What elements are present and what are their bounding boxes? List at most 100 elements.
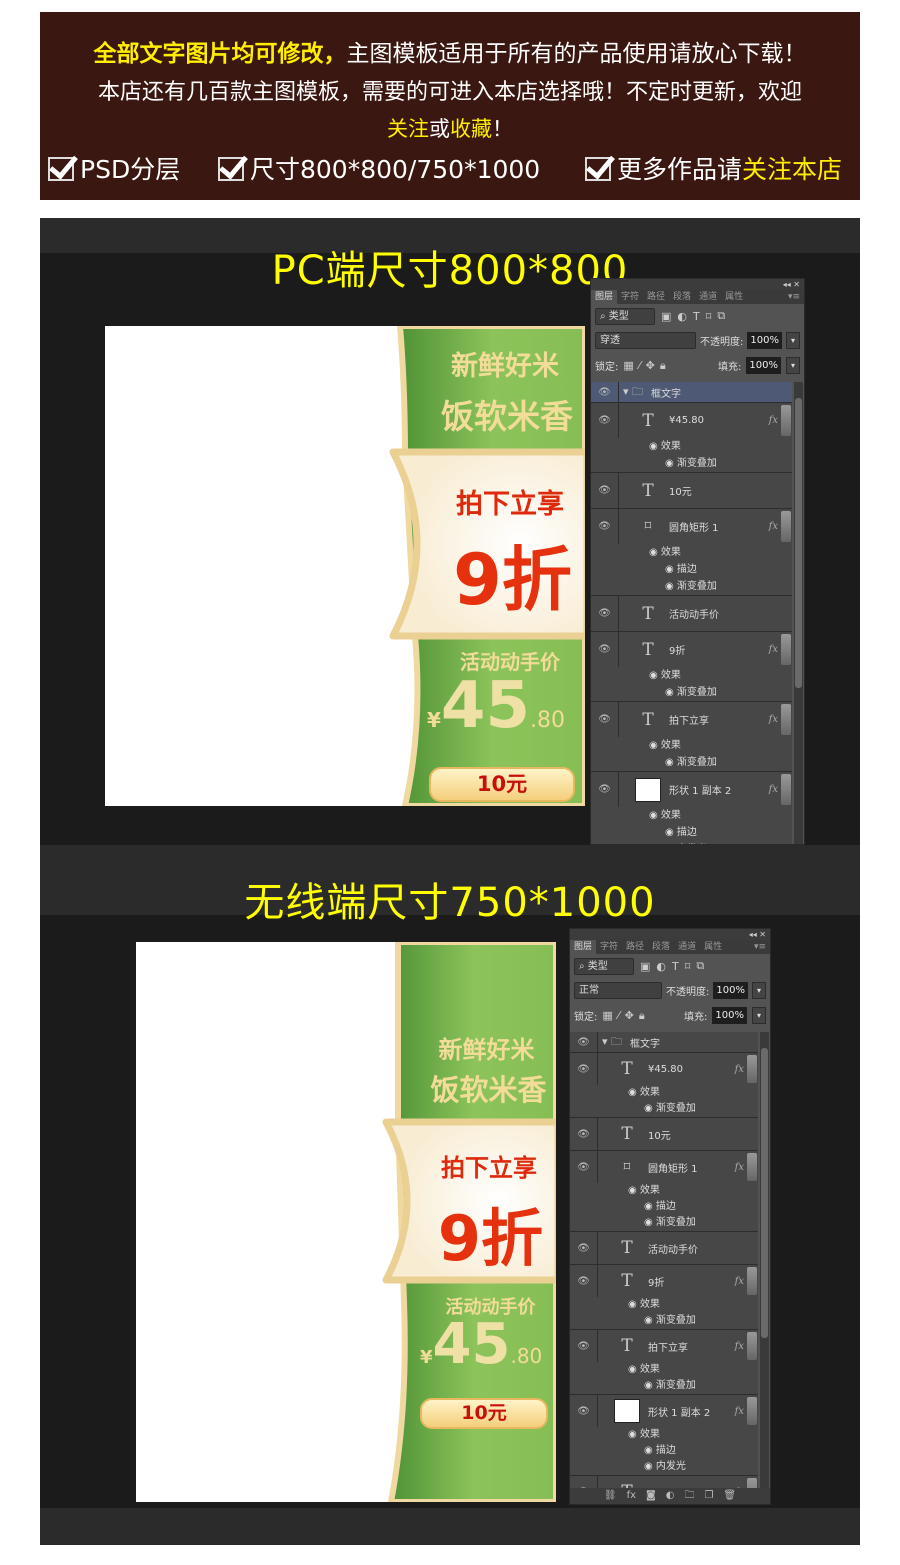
adjustment-filter-icon[interactable]: ◐ [677, 310, 687, 323]
layer-row[interactable]: 👁︎ T 10元 [570, 1118, 758, 1151]
effect-row[interactable]: ◉ 描边 [591, 561, 792, 578]
effect-eye-icon[interactable]: ◉ [644, 1380, 656, 1391]
layer-row[interactable]: 👁︎ T 活动动手价 [591, 596, 792, 632]
tab-3[interactable]: 段落 [669, 290, 695, 304]
visibility-eye-icon[interactable]: 👁︎ [591, 509, 619, 544]
visibility-eye-icon[interactable]: 👁︎ [570, 1476, 598, 1488]
effect-eye-icon[interactable]: ◉ [665, 687, 677, 698]
shape-filter-icon[interactable]: ⌑ [685, 960, 691, 973]
blend-mode-select[interactable]: 穿透 [595, 332, 697, 349]
layer-main[interactable]: 👁︎ ▾ 🗀︎ 框文字 [591, 382, 792, 402]
effect-eye-icon[interactable]: ◉ [644, 1201, 656, 1212]
fx-icon[interactable]: fx [769, 644, 778, 655]
scrollbar-thumb[interactable] [761, 1048, 768, 1338]
fx-icon[interactable]: fx [735, 1406, 744, 1417]
effect-eye-icon[interactable]: ◉ [644, 1217, 656, 1228]
fx-icon[interactable]: fx [769, 521, 778, 532]
panel-menu-icon[interactable]: ▾≡ [788, 290, 800, 304]
layer-main[interactable]: 👁︎ T 9折 fx [591, 632, 792, 667]
layer-row[interactable]: 👁︎ T ¥45.80 fx ◉ 效果 ◉ 渐变叠加 [570, 1053, 758, 1118]
tab-0[interactable]: 图层 [570, 940, 597, 954]
visibility-eye-icon[interactable]: 👁︎ [570, 1395, 598, 1427]
effect-eye-icon[interactable]: ◉ [649, 810, 661, 821]
effects-toggle[interactable] [747, 1055, 757, 1083]
fill-dropdown[interactable]: ▾ [786, 357, 800, 374]
visibility-eye-icon[interactable]: 👁︎ [570, 1032, 598, 1052]
effect-eye-icon[interactable]: ◉ [628, 1429, 640, 1440]
effect-row[interactable]: ◉ 内发光 [591, 841, 792, 844]
effects-toggle[interactable] [781, 634, 791, 665]
layer-row[interactable]: 👁︎ T ¥45.80 fx ◉ 效果 ◉ 渐变叠加 [591, 403, 792, 473]
layer-row[interactable]: 👁︎ T 活动动手价 [570, 1232, 758, 1265]
effect-row[interactable]: ◉ 渐变叠加 [591, 455, 792, 472]
effects-row[interactable]: ◉ 效果 [591, 438, 792, 455]
effects-row[interactable]: ◉ 效果 [570, 1085, 758, 1101]
layer-main[interactable]: 👁︎ ⌑ 圆角矩形 1 fx [591, 509, 792, 544]
effects-row[interactable]: ◉ 效果 [570, 1427, 758, 1443]
fx-icon[interactable]: fx [769, 784, 778, 795]
visibility-eye-icon[interactable]: 👁︎ [591, 702, 619, 737]
collapse-icon[interactable]: ◂◂ [783, 280, 794, 289]
new-layer-icon[interactable]: ❐ [704, 1488, 713, 1504]
visibility-eye-icon[interactable]: 👁︎ [591, 596, 619, 631]
layers-scrollbar[interactable] [760, 1032, 769, 1488]
tab-1[interactable]: 字符 [617, 290, 643, 304]
effects-row[interactable]: ◉ 效果 [570, 1297, 758, 1313]
lock-position-icon[interactable]: ✥ [646, 359, 655, 372]
effect-eye-icon[interactable]: ◉ [665, 564, 677, 575]
effects-toggle[interactable] [747, 1153, 757, 1181]
layer-main[interactable]: 👁︎ T 活动动手价 [591, 596, 792, 631]
tab-0[interactable]: 图层 [591, 290, 618, 304]
fx-icon[interactable]: fx [735, 1162, 744, 1173]
fx-icon[interactable]: fx [627, 1488, 636, 1504]
trash-icon[interactable]: 🗑︎ [723, 1488, 736, 1504]
effect-eye-icon[interactable]: ◉ [665, 827, 677, 838]
layer-row[interactable]: 👁︎ ▾ 🗀︎ 框文字 [570, 1032, 758, 1053]
visibility-eye-icon[interactable]: 👁︎ [570, 1330, 598, 1362]
effects-row[interactable]: ◉ 效果 [591, 807, 792, 824]
collapse-icon[interactable]: ◂◂ [749, 930, 760, 939]
effects-toggle[interactable] [781, 704, 791, 735]
visibility-eye-icon[interactable]: 👁︎ [570, 1151, 598, 1183]
visibility-eye-icon[interactable]: 👁︎ [570, 1053, 598, 1085]
type-filter-icon[interactable]: T [672, 960, 679, 973]
layer-row[interactable]: 👁︎ T 拍下立享 fx ◉ 效果 ◉ 渐变叠加 [570, 1330, 758, 1395]
fx-icon[interactable]: fx [735, 1064, 744, 1075]
effect-eye-icon[interactable]: ◉ [649, 670, 661, 681]
layer-main[interactable]: 👁︎ T 9折 fx [570, 1265, 758, 1297]
effect-eye-icon[interactable]: ◉ [644, 1461, 656, 1472]
visibility-eye-icon[interactable]: 👁︎ [570, 1118, 598, 1150]
layer-row[interactable]: 👁︎ ▾ 🗀︎ 框文字 [591, 382, 792, 403]
visibility-eye-icon[interactable]: 👁︎ [591, 632, 619, 667]
link-icon[interactable]: ⛓︎ [604, 1488, 617, 1504]
effect-row[interactable]: ◉ 渐变叠加 [570, 1313, 758, 1329]
fill-input[interactable]: 100% [712, 1007, 747, 1024]
effect-row[interactable]: ◉ 内发光 [570, 1459, 758, 1475]
visibility-eye-icon[interactable]: 👁︎ [591, 772, 619, 807]
filter-select[interactable]: ⌕ 类型 [574, 957, 634, 975]
effect-row[interactable]: ◉ 渐变叠加 [570, 1378, 758, 1394]
opacity-input[interactable]: 100% [747, 332, 782, 349]
effect-eye-icon[interactable]: ◉ [644, 1445, 656, 1456]
effect-row[interactable]: ◉ 描边 [591, 824, 792, 841]
tab-2[interactable]: 路径 [622, 940, 648, 954]
adjustment-icon[interactable]: ◐ [666, 1488, 675, 1504]
fx-icon[interactable]: fx [769, 714, 778, 725]
layer-main[interactable]: 👁︎ T 活动动手价 [570, 1232, 758, 1264]
effects-toggle[interactable] [781, 774, 791, 805]
lock-pixels-icon[interactable]: ⁄ [639, 359, 641, 372]
scrollbar-thumb[interactable] [795, 398, 802, 688]
effect-eye-icon[interactable]: ◉ [649, 441, 661, 452]
visibility-eye-icon[interactable]: 👁︎ [570, 1232, 598, 1264]
smart-object-filter-icon[interactable]: ⧉ [717, 309, 725, 323]
panel-menu-icon[interactable]: ▾≡ [754, 940, 766, 954]
layer-main[interactable]: 👁︎T饭软米香fx [570, 1476, 758, 1488]
effects-toggle[interactable] [747, 1332, 757, 1360]
effects-row[interactable]: ◉ 效果 [591, 737, 792, 754]
layer-row[interactable]: 👁︎ T 拍下立享 fx ◉ 效果 ◉ 渐变叠加 [591, 702, 792, 772]
fx-icon[interactable]: fx [769, 415, 778, 426]
effect-eye-icon[interactable]: ◉ [649, 740, 661, 751]
tab-5[interactable]: 属性 [700, 940, 726, 954]
effect-eye-icon[interactable]: ◉ [649, 547, 661, 558]
image-filter-icon[interactable]: ▣ [640, 960, 650, 973]
